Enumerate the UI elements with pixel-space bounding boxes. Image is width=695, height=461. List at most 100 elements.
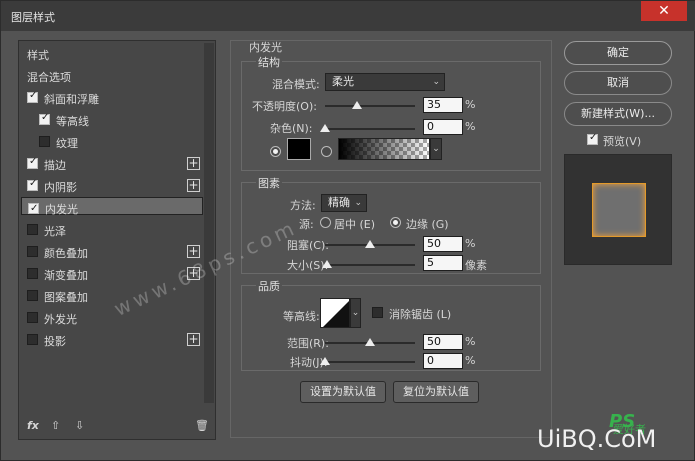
- opacity-slider-thumb[interactable]: [351, 101, 362, 109]
- move-up-icon[interactable]: ⇧: [51, 419, 60, 432]
- style-item-label: 内阴影: [44, 181, 77, 194]
- new-style-button[interactable]: 新建样式(W)...: [564, 102, 672, 126]
- jitter-slider[interactable]: [320, 357, 415, 365]
- range-slider-thumb[interactable]: [365, 338, 375, 346]
- style-item[interactable]: 等高线: [21, 109, 203, 131]
- style-item-checkbox[interactable]: [27, 334, 38, 345]
- quality-title: 品质: [256, 278, 282, 294]
- layer-style-dialog: 图层样式 ✕ 样式混合选项斜面和浮雕等高线纹理描边 + 内阴影 + 内发光光泽颜色叠加 +…: [0, 0, 695, 461]
- source-center-radio[interactable]: [320, 217, 331, 228]
- style-item-checkbox[interactable]: [27, 312, 38, 323]
- opacity-field[interactable]: 35: [423, 97, 463, 113]
- style-item-label: 光泽: [44, 225, 66, 238]
- style-item-label: 样式: [27, 49, 49, 62]
- window-title: 图层样式: [11, 11, 55, 24]
- range-label: 范围(R):: [287, 337, 329, 350]
- gradient-dropdown-icon[interactable]: ⌄: [430, 138, 442, 160]
- gradient-radio[interactable]: [321, 146, 332, 157]
- contour-label: 等高线:: [283, 310, 320, 323]
- source-center-label[interactable]: 居中 (E): [334, 216, 375, 232]
- add-style-icon[interactable]: +: [187, 245, 200, 258]
- opacity-label: 不透明度(O):: [252, 100, 317, 113]
- style-item-label: 斜面和浮雕: [44, 93, 99, 106]
- add-style-icon[interactable]: +: [187, 333, 200, 346]
- style-item[interactable]: 内发光: [21, 197, 203, 217]
- antialias-checkbox[interactable]: [372, 307, 383, 318]
- gradient-picker[interactable]: [338, 138, 430, 160]
- style-item[interactable]: 描边 +: [21, 153, 203, 175]
- size-slider-thumb[interactable]: [321, 260, 332, 268]
- preview-swatch: [592, 183, 646, 237]
- technique-select[interactable]: 精确 ⌄: [321, 194, 367, 212]
- style-item-checkbox[interactable]: [27, 290, 38, 301]
- styles-list-toolbar: fx ⇧ ⇩ 🗑: [19, 415, 215, 439]
- size-slider[interactable]: [321, 260, 415, 268]
- blend-mode-select[interactable]: 柔光 ⌄: [325, 73, 445, 91]
- trash-icon[interactable]: 🗑: [195, 419, 209, 432]
- style-item-label: 颜色叠加: [44, 247, 88, 260]
- chevron-down-icon: ⌄: [432, 77, 440, 87]
- jitter-field[interactable]: 0: [423, 353, 463, 369]
- quality-group: 品质 等高线: ⌄ 消除锯齿 (L) 范围(R): 50 % 抖动(J): 0 …: [241, 278, 541, 371]
- antialias-label[interactable]: 消除锯齿 (L): [389, 306, 451, 322]
- elements-title: 图素: [256, 175, 282, 191]
- style-item[interactable]: 斜面和浮雕: [21, 87, 203, 109]
- close-button[interactable]: ✕: [641, 1, 687, 21]
- style-item[interactable]: 外发光: [21, 307, 203, 329]
- jitter-slider-thumb[interactable]: [320, 357, 330, 365]
- reset-default-button[interactable]: 复位为默认值: [393, 381, 479, 403]
- structure-title: 结构: [256, 54, 282, 70]
- noise-slider[interactable]: [320, 124, 415, 132]
- range-field[interactable]: 50: [423, 334, 463, 350]
- range-slider[interactable]: [325, 338, 415, 346]
- opacity-slider[interactable]: [325, 101, 415, 109]
- choke-unit: %: [465, 237, 476, 250]
- style-item-checkbox[interactable]: [27, 178, 38, 191]
- solid-color-radio[interactable]: [270, 146, 281, 157]
- style-item-checkbox[interactable]: [28, 201, 39, 217]
- contour-dropdown-icon[interactable]: ⌄: [350, 298, 361, 328]
- technique-label: 方法:: [290, 199, 316, 212]
- choke-slider-thumb[interactable]: [365, 240, 375, 248]
- style-item-checkbox[interactable]: [27, 268, 38, 279]
- choke-slider[interactable]: [325, 240, 415, 248]
- add-style-icon[interactable]: +: [187, 179, 200, 192]
- ok-button[interactable]: 确定: [564, 41, 672, 65]
- noise-field[interactable]: 0: [423, 119, 463, 135]
- title-bar[interactable]: 图层样式 ✕: [1, 1, 695, 31]
- style-item[interactable]: 内阴影 +: [21, 175, 203, 197]
- source-edge-radio[interactable]: [390, 217, 401, 228]
- fx-icon[interactable]: fx: [27, 419, 39, 432]
- move-down-icon[interactable]: ⇩: [75, 419, 84, 432]
- cancel-button[interactable]: 取消: [564, 71, 672, 95]
- style-item[interactable]: 光泽: [21, 219, 203, 241]
- size-field[interactable]: 5: [423, 255, 463, 271]
- style-item[interactable]: 投影 +: [21, 329, 203, 351]
- range-unit: %: [465, 335, 476, 348]
- glow-color-swatch[interactable]: [287, 138, 311, 160]
- contour-curve-icon: [323, 301, 349, 327]
- style-item[interactable]: 纹理: [21, 131, 203, 153]
- blend-mode-label: 混合模式:: [272, 78, 320, 91]
- style-item-checkbox[interactable]: [27, 90, 38, 103]
- noise-slider-thumb[interactable]: [320, 124, 330, 132]
- style-item[interactable]: 混合选项: [21, 65, 203, 87]
- style-item-checkbox[interactable]: [27, 156, 38, 169]
- preview-label[interactable]: 预览(V): [603, 133, 641, 149]
- make-default-button[interactable]: 设置为默认值: [300, 381, 386, 403]
- size-unit: 像素: [465, 259, 487, 272]
- style-item[interactable]: 样式: [21, 43, 203, 65]
- style-item-checkbox[interactable]: [39, 112, 50, 125]
- style-item-checkbox[interactable]: [27, 246, 38, 257]
- style-item-label: 图案叠加: [44, 291, 88, 304]
- style-preview: [564, 154, 672, 265]
- contour-picker[interactable]: [320, 298, 350, 328]
- style-item[interactable]: 颜色叠加 +: [21, 241, 203, 263]
- preview-checkbox[interactable]: [587, 132, 598, 145]
- styles-list-scrollbar[interactable]: [204, 43, 214, 403]
- choke-field[interactable]: 50: [423, 236, 463, 252]
- source-edge-label[interactable]: 边缘 (G): [406, 216, 449, 232]
- add-style-icon[interactable]: +: [187, 157, 200, 170]
- style-item-checkbox[interactable]: [39, 136, 50, 147]
- style-item-checkbox[interactable]: [27, 224, 38, 235]
